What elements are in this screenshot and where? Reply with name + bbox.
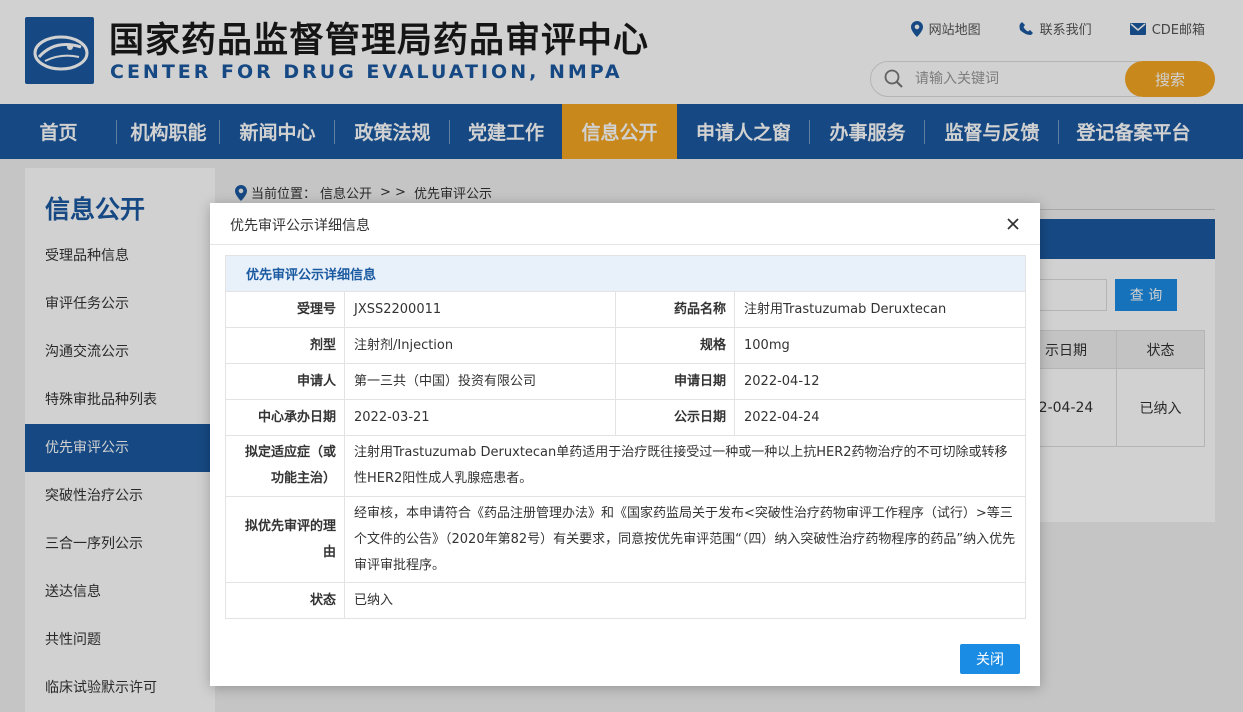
apply-date-label: 申请日期	[615, 363, 735, 400]
drug-name-value: 注射用Trastuzumab Deruxtecan	[733, 291, 1027, 328]
table-row: 拟定适应症（或功能主治） 注射用Trastuzumab Deruxtecan单药…	[225, 435, 1027, 497]
status-label: 状态	[225, 582, 345, 619]
table-row: 受理号 JXSS2200011 药品名称 注射用Trastuzumab Deru…	[225, 291, 1027, 328]
dosage-form-value: 注射剂/Injection	[344, 327, 616, 364]
table-row: 状态 已纳入	[225, 582, 1027, 619]
spec-label: 规格	[615, 327, 735, 364]
status-value: 已纳入	[343, 582, 1027, 619]
table-row: 拟优先审评的理由 经审核，本申请符合《药品注册管理办法》和《国家药监局关于发布<…	[225, 496, 1027, 583]
undertake-date-label: 中心承办日期	[225, 399, 345, 436]
drug-name-label: 药品名称	[615, 291, 735, 328]
close-button[interactable]: 关闭	[960, 644, 1020, 674]
section-title: 优先审评公示详细信息	[224, 255, 1027, 292]
publish-date-label: 公示日期	[615, 399, 735, 436]
spec-value: 100mg	[733, 327, 1027, 364]
reason-label: 拟优先审评的理由	[225, 496, 345, 583]
reason-value: 经审核，本申请符合《药品注册管理办法》和《国家药监局关于发布<突破性治疗药物审评…	[343, 496, 1027, 583]
close-icon[interactable]	[1005, 216, 1021, 232]
modal-title: 优先审评公示详细信息	[230, 218, 370, 234]
table-row: 中心承办日期 2022-03-21 公示日期 2022-04-24	[225, 399, 1027, 436]
applicant-value: 第一三共（中国）投资有限公司	[344, 363, 616, 400]
apply-date-value: 2022-04-12	[733, 363, 1027, 400]
detail-table: 优先审评公示详细信息 受理号 JXSS2200011 药品名称 注射用Trast…	[224, 255, 1027, 619]
accept-no-label: 受理号	[225, 291, 345, 328]
accept-no-value: JXSS2200011	[344, 291, 616, 328]
undertake-date-value: 2022-03-21	[344, 399, 616, 436]
applicant-label: 申请人	[225, 363, 345, 400]
publish-date-value: 2022-04-24	[733, 399, 1027, 436]
dosage-form-label: 剂型	[225, 327, 345, 364]
indication-label: 拟定适应症（或功能主治）	[225, 435, 345, 497]
indication-value: 注射用Trastuzumab Deruxtecan单药适用于治疗既往接受过一种或…	[343, 435, 1027, 497]
modal-header: 优先审评公示详细信息	[210, 203, 1040, 245]
table-row: 剂型 注射剂/Injection 规格 100mg	[225, 327, 1027, 364]
detail-modal: 优先审评公示详细信息 优先审评公示详细信息 受理号 JXSS2200011 药品…	[210, 203, 1040, 686]
section-header-row: 优先审评公示详细信息	[224, 255, 1027, 292]
table-row: 申请人 第一三共（中国）投资有限公司 申请日期 2022-04-12	[225, 363, 1027, 400]
